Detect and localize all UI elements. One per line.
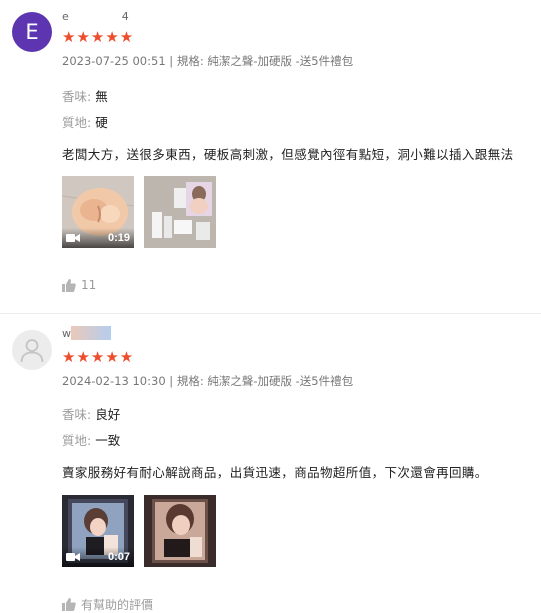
username-start: w — [62, 327, 71, 340]
scent-value: 無 — [95, 89, 108, 104]
user-avatar[interactable]: E — [12, 12, 52, 52]
review-item: w ★★★★★ 2024-02-13 10:30 | 規格: 純潔之聲-加硬版 … — [0, 314, 541, 612]
username-start: e — [62, 10, 69, 23]
review-comment: 老闆大方，送很多東西，硬板高刺激，但感覺內徑有點短，洞小難以插入跟無法 — [62, 147, 514, 162]
avatar-letter: E — [25, 20, 39, 44]
scent-label: 香味: — [62, 407, 96, 422]
review-image-thumbnail[interactable] — [144, 176, 216, 248]
video-camera-icon — [66, 234, 80, 242]
scent-value: 良好 — [95, 407, 121, 422]
texture-attribute: 質地: 一致 — [62, 430, 120, 449]
video-duration: 0:19 — [107, 232, 130, 244]
review-date: 2023-07-25 00:51 — [62, 54, 166, 68]
default-user-icon — [20, 339, 44, 363]
video-duration: 0:07 — [107, 551, 130, 563]
video-overlay: 0:19 — [62, 228, 134, 248]
review-image-thumbnail[interactable] — [144, 495, 216, 567]
video-camera-icon — [66, 553, 80, 561]
username: e 4 — [62, 10, 129, 23]
scent-attribute: 香味: 無 — [62, 86, 108, 105]
user-avatar[interactable] — [12, 330, 52, 370]
like-button[interactable]: 11 — [62, 278, 96, 292]
scent-attribute: 香味: 良好 — [62, 404, 120, 423]
texture-label: 質地: — [62, 433, 96, 448]
variation-label: | 規格: 純潔之聲-加硬版 -送5件禮包 — [169, 374, 354, 388]
review-photo — [144, 176, 216, 248]
review-date: 2024-02-13 10:30 — [62, 374, 166, 388]
texture-value: 硬 — [95, 115, 108, 130]
review-meta: 2023-07-25 00:51 | 規格: 純潔之聲-加硬版 -送5件禮包 — [62, 53, 353, 69]
review-video-thumbnail[interactable]: 0:19 — [62, 176, 134, 248]
rating-stars: ★★★★★ — [62, 28, 135, 46]
review-comment: 賣家服務好有耐心解說商品，出貨迅速，商品物超所值，下次還會再回購。 — [62, 465, 488, 480]
review-photo — [144, 495, 216, 567]
scent-label: 香味: — [62, 89, 96, 104]
like-count: 11 — [81, 278, 97, 292]
username-end: 4 — [121, 10, 129, 23]
review-meta: 2024-02-13 10:30 | 規格: 純潔之聲-加硬版 -送5件禮包 — [62, 373, 353, 389]
thumbs-up-icon — [62, 278, 76, 292]
texture-label: 質地: — [62, 115, 96, 130]
variation-label: | 規格: 純潔之聲-加硬版 -送5件禮包 — [169, 54, 354, 68]
texture-attribute: 質地: 硬 — [62, 112, 108, 131]
video-overlay: 0:07 — [62, 547, 134, 567]
texture-value: 一致 — [95, 433, 121, 448]
username: w — [62, 326, 111, 340]
username-blurred — [71, 326, 111, 340]
review-item: E e 4 ★★★★★ 2023-07-25 00:51 | 規格: 純潔之聲-… — [0, 0, 541, 313]
rating-stars: ★★★★★ — [62, 348, 135, 366]
review-video-thumbnail[interactable]: 0:07 — [62, 495, 134, 567]
